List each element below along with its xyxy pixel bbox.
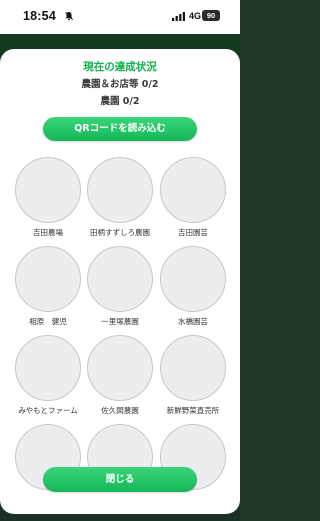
farm-tile[interactable]: 一里塚農園 bbox=[83, 246, 157, 334]
farm-stamp-placeholder bbox=[160, 335, 226, 401]
farm-tile[interactable]: みやもとファーム bbox=[11, 335, 85, 423]
farms-progress: 農園 0/2 bbox=[100, 96, 140, 107]
farm-name: 水橋園芸 bbox=[178, 317, 208, 326]
battery-badge: 90 bbox=[202, 10, 220, 21]
farm-tile[interactable]: 佐久間農園 bbox=[83, 335, 157, 423]
farm-tile[interactable]: 吉田園芸 bbox=[156, 157, 230, 245]
modal-title: 現在の達成状況 bbox=[83, 61, 157, 73]
network-label: 4G bbox=[189, 11, 202, 21]
qr-scan-button[interactable]: QRコードを読み込む bbox=[43, 117, 197, 141]
farm-stamp-placeholder bbox=[87, 335, 153, 401]
farm-tile[interactable]: 相原 健児 bbox=[11, 246, 85, 334]
farm-stamp-placeholder bbox=[87, 157, 153, 223]
farm-name: 吉田園芸 bbox=[178, 228, 208, 237]
farm-name: 新鮮野菜直売所 bbox=[166, 406, 220, 415]
status-bar: 18:54 4G 90 bbox=[0, 0, 240, 34]
achievement-modal: 現在の達成状況 農園＆お店等 0/2 農園 0/2 QRコードを読み込む 吉田農… bbox=[0, 49, 240, 514]
farm-grid: 吉田農場 田柄すずしろ農園 吉田園芸 相原 健児 一里塚農園 水橋園芸 みやもと… bbox=[0, 157, 240, 490]
farm-tile[interactable]: 田柄すずしろ農園 bbox=[83, 157, 157, 245]
farm-stamp-placeholder bbox=[15, 157, 81, 223]
farm-stamp-placeholder bbox=[87, 246, 153, 312]
farm-tile[interactable]: 新鮮野菜直売所 bbox=[156, 335, 230, 423]
status-time: 18:54 bbox=[23, 9, 56, 23]
farm-stamp-placeholder bbox=[160, 157, 226, 223]
farm-tile[interactable]: 吉田農場 bbox=[11, 157, 85, 245]
signal-icon bbox=[172, 12, 185, 21]
farm-stamp-placeholder bbox=[15, 246, 81, 312]
bell-muted-icon bbox=[65, 11, 73, 21]
farm-stamp-placeholder bbox=[15, 335, 81, 401]
farm-tile[interactable]: 水橋園芸 bbox=[156, 246, 230, 334]
close-button[interactable]: 閉じる bbox=[43, 467, 197, 492]
shops-progress: 農園＆お店等 0/2 bbox=[81, 79, 159, 90]
farm-stamp-placeholder bbox=[160, 246, 226, 312]
